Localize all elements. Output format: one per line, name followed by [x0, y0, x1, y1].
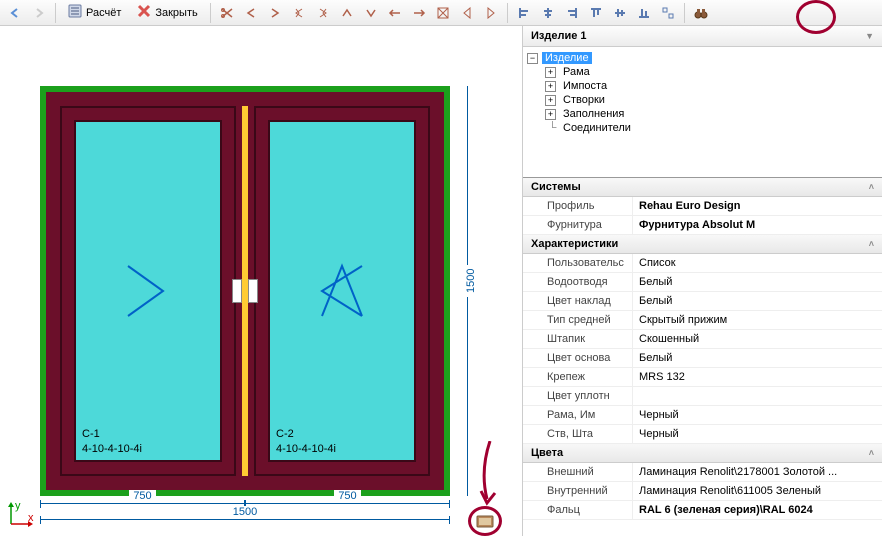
align-center-v-icon[interactable]: [609, 2, 631, 24]
tool-arrow-right-icon[interactable]: [408, 2, 430, 24]
file-icon: [476, 514, 494, 531]
prop-row[interactable]: Тип среднейСкрытый прижим: [523, 311, 882, 330]
align-top-icon[interactable]: [585, 2, 607, 24]
tool-angle-left-icon[interactable]: [240, 2, 262, 24]
svg-text:y: y: [15, 500, 21, 512]
align-center-h-icon[interactable]: [537, 2, 559, 24]
opening-direction-left-icon: [123, 261, 173, 321]
prop-row[interactable]: ФурнитураФурнитура Absolut M: [523, 216, 882, 235]
prop-row[interactable]: ВнутреннийЛаминация Renolit\611005 Зелен…: [523, 482, 882, 501]
section-colors[interactable]: Цвета˄: [523, 444, 882, 463]
sash-2[interactable]: C-2 4-10-4-10-4і: [254, 106, 430, 476]
tree-root[interactable]: − Изделие: [527, 51, 878, 65]
align-right-icon[interactable]: [561, 2, 583, 24]
tool-tri-right-icon[interactable]: [480, 2, 502, 24]
tool-tri-left-icon[interactable]: [456, 2, 478, 24]
drawing-canvas[interactable]: C-1 4-10-4-10-4і C-2 4-10-4-10-4і: [0, 26, 522, 536]
close-label: Закрыть: [155, 7, 197, 19]
prop-row[interactable]: ВнешнийЛаминация Renolit\2178001 Золотой…: [523, 463, 882, 482]
close-button[interactable]: Закрыть: [130, 2, 204, 24]
handle-sash-1[interactable]: [232, 279, 242, 303]
panel-collapse-icon[interactable]: ▼: [865, 31, 874, 41]
align-left-icon[interactable]: [513, 2, 535, 24]
tool-caret-up-icon[interactable]: [336, 2, 358, 24]
align-bottom-icon[interactable]: [633, 2, 655, 24]
tool-square-x-icon[interactable]: [432, 2, 454, 24]
sash2-code: C-2: [276, 427, 336, 441]
tool-caret-down-icon[interactable]: [360, 2, 382, 24]
tree-node-0[interactable]: +Рама: [527, 65, 878, 79]
sash1-formula: 4-10-4-10-4і: [82, 442, 142, 456]
prop-row[interactable]: Ств, ШтаЧерный: [523, 425, 882, 444]
prop-row[interactable]: Цвет основаБелый: [523, 349, 882, 368]
tool-star-left-icon[interactable]: [288, 2, 310, 24]
tree-collapse-icon[interactable]: −: [527, 53, 538, 64]
tree-header: Изделие 1 ▼: [523, 26, 882, 47]
svg-text:x: x: [28, 512, 34, 524]
coordinate-axes-icon: yx: [6, 499, 36, 532]
section-chars[interactable]: Характеристики˄: [523, 235, 882, 254]
tool-arrow-left-icon[interactable]: [384, 2, 406, 24]
prop-row[interactable]: ФальцRAL 6 (зеленая серия)\RAL 6024: [523, 501, 882, 520]
sash1-code: C-1: [82, 427, 142, 441]
opening-direction-tilt-turn-icon: [312, 261, 372, 321]
prop-row[interactable]: ШтапикСкошенный: [523, 330, 882, 349]
sash2-formula: 4-10-4-10-4і: [276, 442, 336, 456]
nav-forward-button[interactable]: [28, 2, 50, 24]
prop-row[interactable]: Цвет накладБелый: [523, 292, 882, 311]
tool-scissors-icon[interactable]: [216, 2, 238, 24]
handle-sash-2[interactable]: [248, 279, 258, 303]
section-systems[interactable]: Системы˄: [523, 178, 882, 197]
sash-1[interactable]: C-1 4-10-4-10-4і: [60, 106, 236, 476]
calc-label: Расчёт: [86, 7, 121, 19]
tool-angle-right-icon[interactable]: [264, 2, 286, 24]
tree-node-1[interactable]: +Импоста: [527, 79, 878, 93]
prop-row[interactable]: ПользовательсСписок: [523, 254, 882, 273]
binoculars-button[interactable]: [690, 2, 712, 24]
prop-row[interactable]: КрепежMRS 132: [523, 368, 882, 387]
window-frame[interactable]: C-1 4-10-4-10-4і C-2 4-10-4-10-4і: [40, 86, 450, 496]
binoculars-icon: [693, 6, 709, 20]
prop-row[interactable]: ВодоотводяБелый: [523, 273, 882, 292]
calc-button[interactable]: Расчёт: [61, 2, 128, 24]
tree-node-3[interactable]: +Заполнения: [527, 107, 878, 121]
tree-node-4[interactable]: └Соединители: [527, 121, 878, 135]
dimension-bottom: 750 750 1500: [40, 501, 450, 536]
nav-back-button[interactable]: [4, 2, 26, 24]
prop-row[interactable]: Рама, ИмЧерный: [523, 406, 882, 425]
tool-star-right-icon[interactable]: [312, 2, 334, 24]
prop-row[interactable]: Цвет уплотн: [523, 387, 882, 406]
prop-row[interactable]: ПрофильRehau Euro Design: [523, 197, 882, 216]
calc-icon: [68, 4, 82, 21]
property-grid[interactable]: Системы˄ ПрофильRehau Euro DesignФурниту…: [523, 177, 882, 536]
tree-node-2[interactable]: +Створки: [527, 93, 878, 107]
toolbar: Расчёт Закрыть: [0, 0, 882, 26]
align-group-icon[interactable]: [657, 2, 679, 24]
structure-tree[interactable]: − Изделие +Рама+Импоста+Створки+Заполнен…: [523, 47, 882, 177]
dimension-right: 1500: [455, 86, 490, 496]
close-x-icon: [137, 4, 151, 21]
